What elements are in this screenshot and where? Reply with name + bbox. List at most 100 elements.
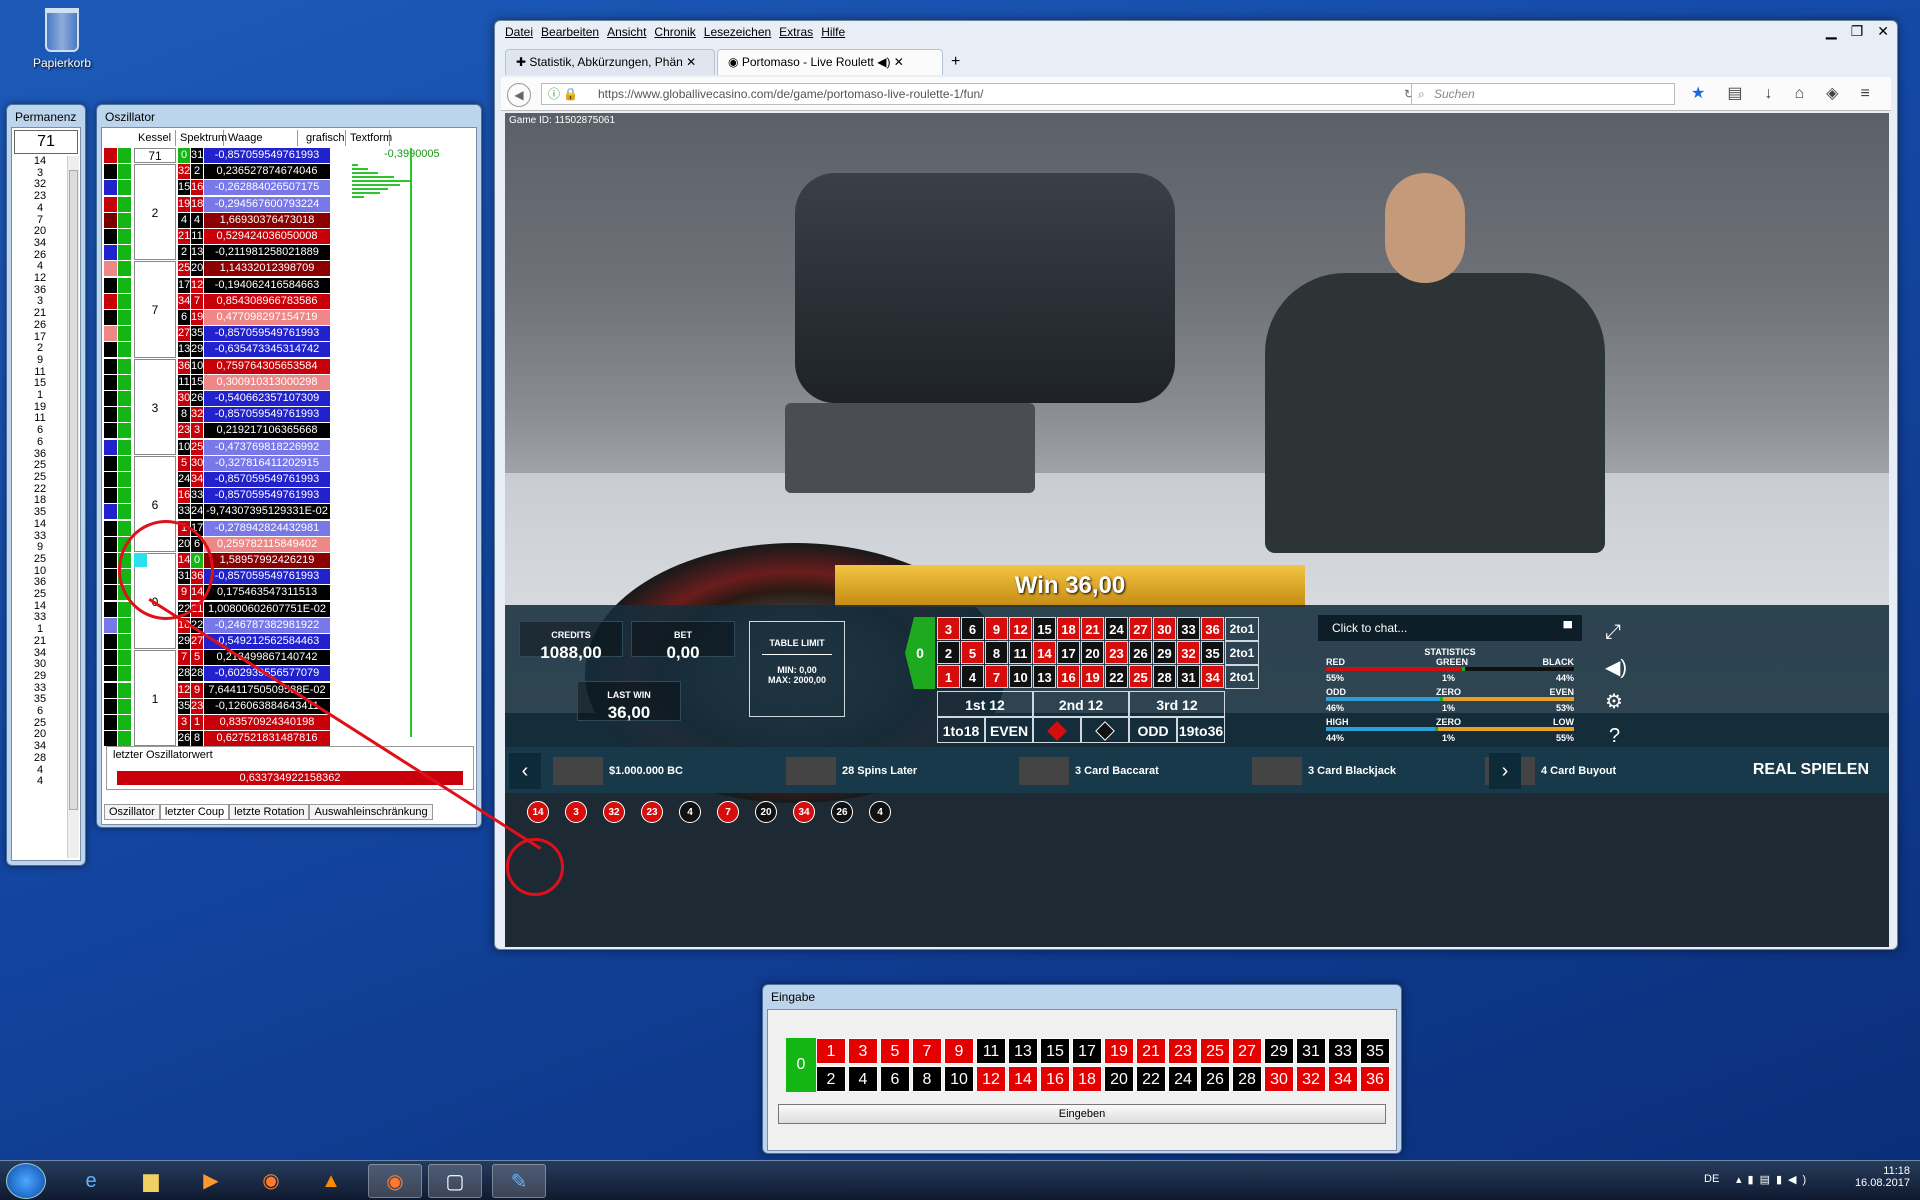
bet-number-25[interactable]: 25	[1129, 665, 1152, 688]
app-window-icon[interactable]: ▢	[428, 1164, 482, 1198]
eingabe-number-21[interactable]: 21	[1136, 1038, 1166, 1064]
menu-item[interactable]: Ansicht	[607, 25, 646, 39]
menu-item[interactable]: Hilfe	[821, 25, 845, 39]
clock[interactable]: 11:18 16.08.2017	[1855, 1165, 1910, 1189]
tab-oszillator[interactable]: Oszillator	[104, 804, 160, 820]
eingabe-number-5[interactable]: 5	[880, 1038, 910, 1064]
bet-number-17[interactable]: 17	[1057, 641, 1080, 664]
chat-input[interactable]: Click to chat... ▀	[1318, 615, 1582, 641]
bet-outside[interactable]: 1to18	[937, 717, 985, 743]
permanenz-window[interactable]: Permanenz 71 14 3 32 23 4 7 20 34 26 4 12 36 3 21 26 17…	[6, 104, 86, 866]
lobby-game-item[interactable]: 28 Spins Later	[786, 757, 917, 785]
bet-number-32[interactable]: 32	[1177, 641, 1200, 664]
reading-list-icon[interactable]: ▤	[1727, 85, 1742, 102]
bet-number-3[interactable]: 3	[937, 617, 960, 640]
history-number[interactable]: 34	[793, 801, 815, 823]
download-icon[interactable]: ↓	[1764, 85, 1772, 102]
sound-icon[interactable]: ◀)	[1605, 655, 1627, 680]
eingabe-number-20[interactable]: 20	[1104, 1066, 1134, 1092]
bet-number-23[interactable]: 23	[1105, 641, 1128, 664]
close-icon[interactable]: ✕	[1877, 23, 1889, 39]
hamburger-menu-icon[interactable]: ≡	[1860, 85, 1869, 102]
permanenz-scrollbar[interactable]	[67, 156, 79, 858]
search-field[interactable]: ⌕ Suchen	[1411, 83, 1675, 105]
header-kessel[interactable]: Kessel	[134, 130, 176, 146]
permanenz-entry[interactable]: 12	[14, 272, 66, 285]
permanenz-entry[interactable]: 4	[14, 202, 66, 215]
header-textform[interactable]: Textform	[346, 130, 392, 146]
bet-number-2[interactable]: 2	[937, 641, 960, 664]
history-number[interactable]: 23	[641, 801, 663, 823]
vlc-icon[interactable]: ▲	[304, 1164, 358, 1198]
permanenz-entry[interactable]: 6	[14, 436, 66, 449]
history-number[interactable]: 3	[565, 801, 587, 823]
header-spektrum[interactable]: Spektrum	[176, 130, 227, 146]
bet-number-20[interactable]: 20	[1081, 641, 1104, 664]
eingabe-number-25[interactable]: 25	[1200, 1038, 1230, 1064]
bet-number-35[interactable]: 35	[1201, 641, 1224, 664]
eingabe-number-33[interactable]: 33	[1328, 1038, 1358, 1064]
bet-number-22[interactable]: 22	[1105, 665, 1128, 688]
tab-close-icon[interactable]: ✕	[894, 55, 904, 69]
bet-number-14[interactable]: 14	[1033, 641, 1056, 664]
permanenz-entry[interactable]: 14	[14, 518, 66, 531]
bet-number-36[interactable]: 36	[1201, 617, 1224, 640]
bet-column-2to1[interactable]: 2to1	[1225, 665, 1259, 689]
bet-number-11[interactable]: 11	[1009, 641, 1032, 664]
bet-number-28[interactable]: 28	[1153, 665, 1176, 688]
bet-number-26[interactable]: 26	[1129, 641, 1152, 664]
eingabe-window[interactable]: Eingabe 0 1 2 3 4 5 6 7 8 9 10 11 12 13 14 15 16 17 18 19 2…	[762, 984, 1402, 1154]
bet-number-24[interactable]: 24	[1105, 617, 1128, 640]
home-icon[interactable]: ⌂	[1794, 85, 1804, 102]
bet-number-9[interactable]: 9	[985, 617, 1008, 640]
lobby-game-item[interactable]: 3 Card Baccarat	[1019, 757, 1159, 785]
bet-outside[interactable]	[1081, 717, 1129, 743]
bet-number-10[interactable]: 10	[1009, 665, 1032, 688]
eingabe-number-36[interactable]: 36	[1360, 1066, 1390, 1092]
eingabe-number-30[interactable]: 30	[1264, 1066, 1294, 1092]
bet-number-33[interactable]: 33	[1177, 617, 1200, 640]
eingabe-number-19[interactable]: 19	[1104, 1038, 1134, 1064]
scroll-thumb[interactable]	[69, 170, 78, 810]
header-waage[interactable]: Waage	[224, 130, 298, 146]
lobby-next-icon[interactable]: ›	[1489, 753, 1521, 789]
bet-outside[interactable]: 19to36	[1177, 717, 1225, 743]
settings-icon[interactable]: ⚙	[1605, 689, 1623, 714]
recycle-bin-icon[interactable]: Papierkorb	[26, 8, 98, 70]
firefox-window[interactable]: Datei Bearbeiten Ansicht Chronik Lesezeichen…	[494, 20, 1898, 950]
bet-number-12[interactable]: 12	[1009, 617, 1032, 640]
header-grafisch[interactable]: grafisch	[302, 130, 346, 146]
permanenz-entry[interactable]: 28	[14, 752, 66, 765]
history-number[interactable]: 26	[831, 801, 853, 823]
tray-icons[interactable]: ▴▮▤▮◀)	[1736, 1173, 1812, 1186]
bet-outside[interactable]: EVEN	[985, 717, 1033, 743]
menu-item[interactable]: Datei	[505, 25, 533, 39]
permanenz-entry[interactable]: 6	[14, 705, 66, 718]
eingabe-number-6[interactable]: 6	[880, 1066, 910, 1092]
eingabe-number-17[interactable]: 17	[1072, 1038, 1102, 1064]
menu-item[interactable]: Chronik	[654, 25, 695, 39]
bookmark-star-icon[interactable]: ★	[1691, 85, 1705, 102]
eingabe-number-16[interactable]: 16	[1040, 1066, 1070, 1092]
tab-close-icon[interactable]: ✕	[686, 55, 696, 69]
media-player-icon[interactable]: ▶	[184, 1164, 238, 1198]
ie-icon[interactable]: e	[64, 1164, 118, 1198]
bet-number-8[interactable]: 8	[985, 641, 1008, 664]
menu-item[interactable]: Lesezeichen	[704, 25, 771, 39]
bet-number-27[interactable]: 27	[1129, 617, 1152, 640]
bet-number-4[interactable]: 4	[961, 665, 984, 688]
explorer-folder-icon[interactable]: ▆	[124, 1164, 178, 1198]
bet-number-6[interactable]: 6	[961, 617, 984, 640]
oszillator-window[interactable]: Oszillator Kessel Spektrum Waage grafisc…	[96, 104, 482, 828]
lobby-game-item[interactable]: $1.000.000 BC	[553, 757, 683, 785]
tab-letzter-coup[interactable]: letzter Coup	[159, 804, 230, 820]
bet-column-2to1[interactable]: 2to1	[1225, 641, 1259, 665]
history-number[interactable]: 7	[717, 801, 739, 823]
pocket-icon[interactable]: ◈	[1826, 85, 1838, 102]
eingabe-number-34[interactable]: 34	[1328, 1066, 1358, 1092]
eingabe-number-7[interactable]: 7	[912, 1038, 942, 1064]
game-area[interactable]: Game ID: 11502875061 Win 36,00 CREDITS 10…	[505, 113, 1889, 947]
eingabe-number-13[interactable]: 13	[1008, 1038, 1038, 1064]
language-indicator[interactable]: DE	[1704, 1173, 1719, 1185]
bet-number-19[interactable]: 19	[1081, 665, 1104, 688]
